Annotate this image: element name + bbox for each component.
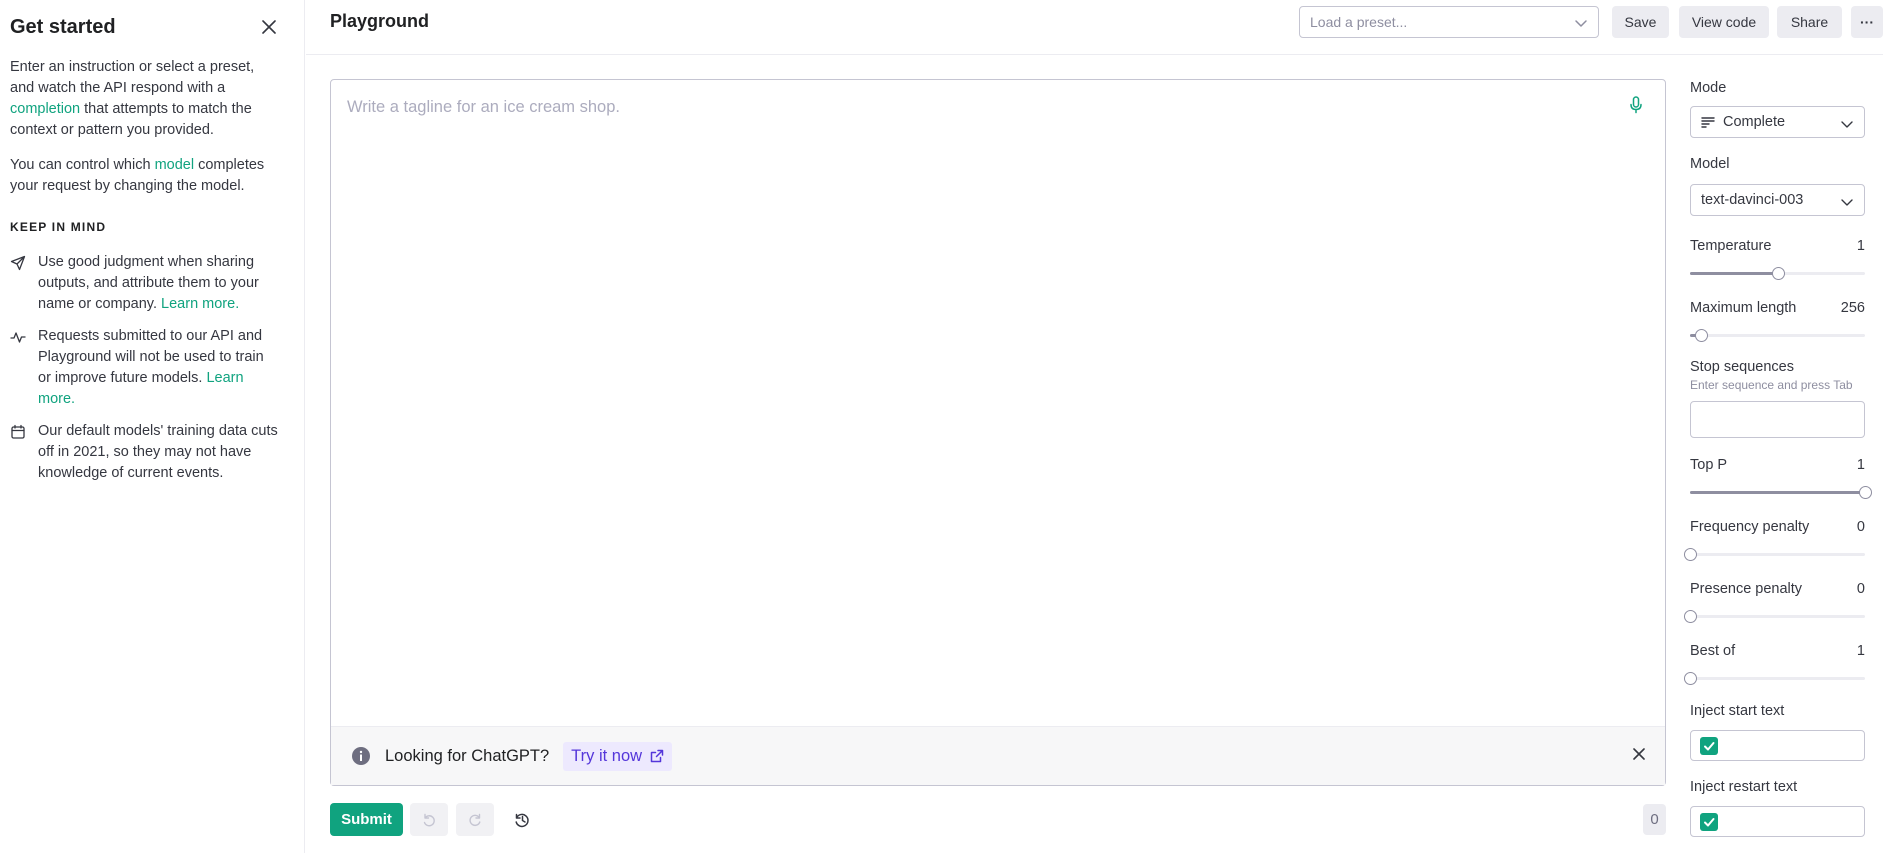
top-p-label: Top P (1690, 457, 1728, 473)
sidebar-title: Get started (10, 16, 116, 38)
undo-icon (423, 813, 435, 826)
stop-sequences-input[interactable] (1690, 401, 1865, 438)
mode-label: Mode (1690, 80, 1727, 96)
slider-handle[interactable] (1859, 486, 1872, 499)
model-value: text-davinci-003 (1701, 192, 1804, 208)
activity-icon (10, 332, 26, 343)
mode-value: Complete (1723, 114, 1786, 130)
close-sidebar-button[interactable] (258, 16, 280, 38)
try-it-now-link[interactable]: Try it now (563, 741, 673, 771)
learn-more-link[interactable]: Learn more. (161, 296, 239, 312)
checkmark-icon (1704, 818, 1715, 827)
chevron-down-icon (1575, 20, 1587, 27)
try-it-now-label: Try it now (571, 746, 643, 765)
prompt-placeholder: Write a tagline for an ice cream shop. (347, 98, 620, 116)
inject-restart-checkbox[interactable] (1700, 813, 1718, 831)
chevron-down-icon (1841, 199, 1853, 206)
history-icon (515, 813, 529, 827)
presence-penalty-value[interactable]: 0 (1857, 581, 1865, 597)
slider-handle[interactable] (1771, 267, 1785, 280)
tip-text: Our default models' training data cuts o… (38, 423, 278, 481)
sidebar-body: Enter an instruction or select a preset,… (10, 57, 280, 495)
model-text-1: You can control which (10, 157, 155, 173)
checkmark-icon (1704, 742, 1715, 751)
refresh-icon (469, 813, 481, 826)
tip-item: Requests submitted to our API and Playgr… (10, 326, 280, 410)
get-started-sidebar: Get started Enter an instruction or sele… (0, 0, 305, 853)
regenerate-button[interactable] (456, 803, 494, 836)
info-icon (352, 747, 370, 765)
banner-text: Looking for ChatGPT? (385, 746, 550, 765)
frequency-penalty-slider[interactable] (1684, 548, 1865, 561)
best-of-value[interactable]: 1 (1857, 643, 1865, 659)
tip-item: Use good judgment when sharing outputs, … (10, 252, 280, 315)
presence-penalty-label: Presence penalty (1690, 581, 1803, 597)
temperature-value[interactable]: 1 (1857, 238, 1865, 254)
presence-penalty-slider[interactable] (1684, 610, 1865, 623)
slider-handle[interactable] (1694, 329, 1708, 342)
top-p-value[interactable]: 1 (1857, 457, 1865, 473)
playground-header: Playground Load a preset... Save View co… (306, 0, 1883, 55)
close-icon (1633, 748, 1645, 760)
page-title: Playground (330, 11, 430, 31)
model-select[interactable]: text-davinci-003 (1690, 184, 1865, 216)
keep-in-mind-heading: KEEP IN MIND (10, 220, 107, 234)
close-icon (262, 20, 276, 34)
history-button[interactable] (503, 803, 541, 836)
intro-text-1: Enter an instruction or select a preset,… (10, 59, 255, 96)
inject-start-checkbox[interactable] (1700, 737, 1718, 755)
preset-select[interactable]: Load a preset... (1299, 6, 1599, 38)
inject-start-input[interactable] (1690, 730, 1865, 761)
undo-button[interactable] (410, 803, 448, 836)
external-link-icon (650, 749, 664, 763)
inject-start-label: Inject start text (1690, 703, 1785, 719)
frequency-penalty-value[interactable]: 0 (1857, 519, 1865, 535)
complete-mode-icon (1701, 117, 1715, 128)
microphone-button[interactable] (1629, 96, 1643, 117)
close-banner-button[interactable] (1633, 747, 1645, 763)
submit-button[interactable]: Submit (330, 803, 403, 836)
tip-item: Our default models' training data cuts o… (10, 421, 280, 484)
best-of-label: Best of (1690, 643, 1736, 659)
temperature-slider[interactable] (1690, 267, 1865, 280)
model-label: Model (1690, 156, 1730, 172)
prompt-editor[interactable]: Write a tagline for an ice cream shop. L… (330, 79, 1666, 786)
chatgpt-banner: Looking for ChatGPT? Try it now (331, 726, 1665, 785)
stop-sequences-hint: Enter sequence and press Tab (1690, 378, 1853, 392)
slider-handle[interactable] (1684, 672, 1697, 685)
mode-select[interactable]: Complete (1690, 106, 1865, 138)
inject-restart-label: Inject restart text (1690, 779, 1798, 795)
calendar-icon (11, 424, 25, 439)
max-length-slider[interactable] (1690, 329, 1865, 342)
max-length-value[interactable]: 256 (1841, 300, 1865, 316)
best-of-slider[interactable] (1684, 672, 1865, 685)
model-link[interactable]: model (155, 157, 195, 173)
temperature-label: Temperature (1690, 238, 1772, 254)
save-button[interactable]: Save (1612, 6, 1669, 38)
send-icon (10, 255, 26, 271)
intro-paragraph: Enter an instruction or select a preset,… (10, 57, 280, 141)
slider-fill (1690, 491, 1865, 494)
inject-restart-input[interactable] (1690, 806, 1865, 837)
frequency-penalty-label: Frequency penalty (1690, 519, 1810, 535)
chevron-down-icon (1841, 121, 1853, 128)
stop-sequences-label: Stop sequences (1690, 359, 1794, 375)
top-p-slider[interactable] (1690, 486, 1872, 499)
microphone-icon (1630, 96, 1642, 114)
slider-handle[interactable] (1684, 610, 1697, 623)
preset-placeholder: Load a preset... (1310, 14, 1408, 30)
max-length-label: Maximum length (1690, 300, 1797, 316)
token-count: 0 (1643, 804, 1666, 835)
model-paragraph: You can control which model completes yo… (10, 155, 280, 197)
settings-panel: Mode Complete Model text-davinci-003 Tem… (1684, 0, 1883, 853)
slider-handle[interactable] (1684, 548, 1697, 561)
slider-fill (1690, 272, 1778, 275)
completion-link[interactable]: completion (10, 101, 80, 117)
